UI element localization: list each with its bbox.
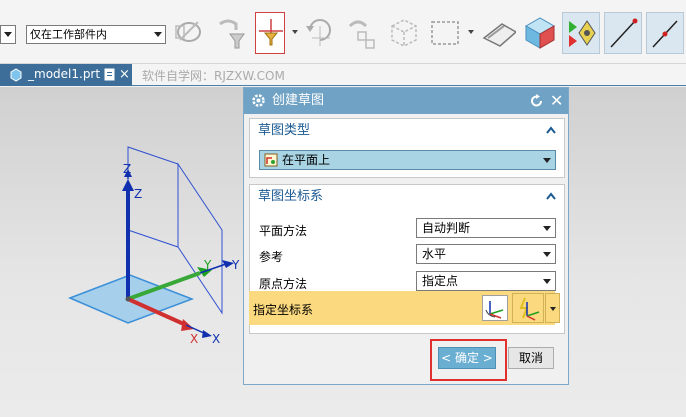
- chevron-down-icon: [154, 32, 162, 37]
- specify-csys-row[interactable]: 指定坐标系: [249, 291, 560, 325]
- chevron-up-icon[interactable]: [546, 125, 556, 135]
- plane-method-select[interactable]: 自动判断: [416, 218, 556, 238]
- csys-options-dropdown[interactable]: [545, 293, 560, 323]
- assembly-icon[interactable]: [344, 12, 380, 52]
- part-filter-value: 仅在工作部件内: [30, 28, 107, 41]
- origin-method-label: 原点方法: [259, 277, 308, 291]
- point-on-line-icon: [652, 20, 678, 48]
- tab-label: _model1.prt: [28, 67, 101, 81]
- top-toolbar: 仅在工作部件内: [0, 0, 686, 64]
- axis-x-inner-label: X: [190, 332, 198, 346]
- snap-point-button[interactable]: [255, 12, 285, 54]
- sketch-type-select[interactable]: 在平面上: [259, 150, 556, 170]
- reference-select[interactable]: 水平: [416, 244, 556, 264]
- gear-icon[interactable]: [251, 93, 266, 108]
- csys-icon[interactable]: [172, 12, 208, 52]
- document-tab-bar: _model1.prt × 软件自学网：RJZXW.COM: [0, 64, 686, 86]
- axis-x-outer-label: X: [212, 332, 220, 346]
- cancel-button[interactable]: 取消: [508, 347, 554, 369]
- plane-method-value: 自动判断: [422, 221, 471, 235]
- chevron-down-icon: [543, 226, 551, 231]
- sketch-csys-title: 草图坐标系: [258, 189, 324, 204]
- tab-close-icon[interactable]: ×: [119, 64, 130, 85]
- csys-dialog-button[interactable]: [482, 295, 508, 321]
- tab-model1[interactable]: _model1.prt ×: [0, 64, 132, 86]
- dialog-title-bar[interactable]: 创建草图 ✕: [244, 88, 568, 114]
- origin-method-value: 指定点: [422, 274, 459, 288]
- undo-rotate-icon[interactable]: [302, 12, 338, 52]
- sketch-type-group: 草图类型 在平面上: [249, 118, 565, 178]
- chevron-up-icon[interactable]: [546, 191, 556, 201]
- axis-z-outer-label: Z: [123, 162, 131, 176]
- chevron-down-icon: [543, 158, 551, 163]
- sketch-type-title: 草图类型: [258, 123, 311, 138]
- sketch-csys-header[interactable]: 草图坐标系: [250, 185, 564, 209]
- callout-highlight-box: [430, 339, 507, 381]
- snap-grid-icon: [569, 20, 596, 47]
- sketch-type-header[interactable]: 草图类型: [250, 119, 564, 143]
- reset-icon[interactable]: [530, 94, 544, 108]
- chevron-down-icon: [4, 32, 12, 37]
- line-button[interactable]: [604, 12, 642, 54]
- origin-method-select[interactable]: 指定点: [416, 271, 556, 291]
- chevron-down-icon: [550, 307, 556, 311]
- wireframe-cube-icon[interactable]: [386, 12, 422, 52]
- modified-doc-icon: [104, 68, 115, 81]
- point-on-line-button[interactable]: [646, 12, 684, 54]
- view-eraser-icon[interactable]: [480, 12, 516, 52]
- box-select-icon[interactable]: [428, 12, 464, 52]
- chevron-down-icon[interactable]: [468, 30, 474, 34]
- close-icon[interactable]: ✕: [550, 88, 563, 114]
- snap-grid-button[interactable]: [562, 12, 600, 54]
- chevron-down-icon: [543, 279, 551, 284]
- watermark-text: 软件自学网：RJZXW.COM: [142, 69, 285, 83]
- part-filter-combo[interactable]: 仅在工作部件内: [26, 25, 166, 44]
- shaded-cube-icon[interactable]: [522, 12, 558, 52]
- reference-value: 水平: [422, 247, 447, 261]
- part-file-icon: [10, 68, 22, 82]
- csys-dialog-icon: [485, 301, 504, 319]
- line-icon: [610, 18, 638, 48]
- sketch-on-plane-icon: [264, 153, 278, 167]
- filter-funnel-icon[interactable]: [214, 12, 250, 52]
- plane-method-label: 平面方法: [259, 224, 308, 238]
- specify-csys-label: 指定坐标系: [253, 303, 314, 317]
- selection-scope-combo[interactable]: [0, 25, 16, 44]
- inferred-csys-button[interactable]: [512, 293, 544, 323]
- chevron-down-icon: [543, 252, 551, 257]
- inferred-csys-icon: [519, 297, 540, 321]
- axis-z-inner-label: Z: [134, 187, 142, 201]
- chevron-down-icon[interactable]: [292, 30, 298, 34]
- dialog-title: 创建草图: [272, 93, 325, 108]
- snap-point-icon: [259, 19, 283, 46]
- create-sketch-dialog: 创建草图 ✕ 草图类型 在平面上 草图坐标系 平面方法 自动判断 参考 水平 原…: [243, 87, 569, 385]
- sketch-type-value: 在平面上: [282, 153, 331, 167]
- axis-y-inner-label: Y: [203, 258, 212, 272]
- axis-y-outer-label: Y: [231, 258, 240, 272]
- reference-label: 参考: [259, 250, 284, 264]
